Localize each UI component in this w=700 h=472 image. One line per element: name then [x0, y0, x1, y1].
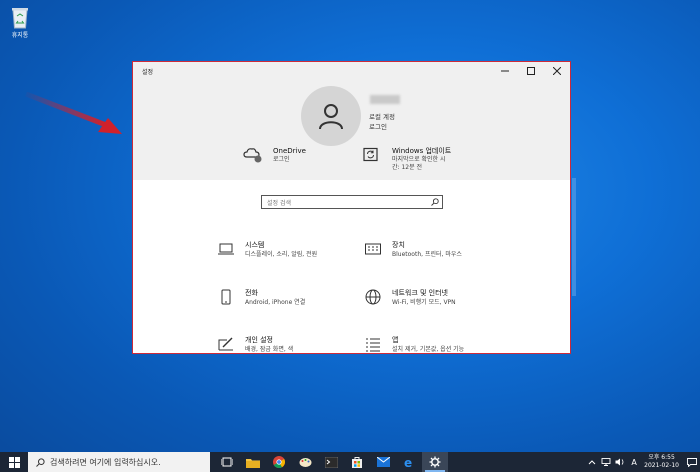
- chrome-icon: [273, 456, 285, 468]
- category-title: 장치: [392, 241, 405, 249]
- maximize-icon: [527, 67, 535, 75]
- language-indicator[interactable]: A: [627, 452, 641, 472]
- svg-text:e: e: [404, 456, 412, 468]
- start-button[interactable]: [0, 452, 28, 472]
- mail-icon: [376, 457, 390, 467]
- paint-button[interactable]: [292, 452, 318, 472]
- store-icon: [352, 457, 362, 468]
- file-explorer-button[interactable]: [240, 452, 266, 472]
- blurred-username: [370, 95, 400, 104]
- minimize-icon: [501, 70, 509, 72]
- category-devices[interactable]: 장치 Bluetooth, 프린터, 마우스: [364, 241, 462, 259]
- window-title: 설정: [142, 68, 154, 76]
- taskbar-search-box[interactable]: 검색하려면 여기에 입력하십시오.: [28, 452, 210, 472]
- personalize-icon: [217, 336, 235, 352]
- category-subtitle: Android, iPhone 연결: [245, 299, 306, 306]
- edge-icon: e: [404, 456, 412, 468]
- category-title: 네트워크 및 인터넷: [392, 289, 448, 297]
- volume-button[interactable]: [613, 452, 627, 472]
- terminal-button[interactable]: [318, 452, 344, 472]
- category-subtitle: 배경, 잠금 화면, 색: [245, 346, 294, 353]
- category-title: 시스템: [245, 241, 265, 249]
- store-button[interactable]: [344, 452, 370, 472]
- globe-icon: [364, 289, 382, 305]
- recycle-bin-label: 휴지통: [11, 32, 29, 39]
- recycle-bin-icon: [9, 4, 31, 30]
- sign-in-link[interactable]: 로그인: [369, 121, 387, 131]
- onedrive-subtitle: 로그인: [273, 156, 290, 163]
- search-icon: [36, 457, 45, 467]
- windows-update-subtitle-2: 간: 12분 전: [392, 164, 423, 171]
- gear-icon: [429, 456, 441, 468]
- minimize-button[interactable]: [492, 62, 518, 80]
- title-bar[interactable]: 설정: [133, 62, 570, 80]
- cloud-icon: [243, 147, 263, 163]
- category-system[interactable]: 시스템 디스플레이, 소리, 알림, 전원: [217, 241, 317, 259]
- recycle-bin-desktop-icon[interactable]: 휴지통: [5, 4, 35, 39]
- windows-update-item[interactable]: Windows 업데이트 마지막으로 확인한 시 간: 12분 전: [362, 147, 451, 172]
- windows-update-title: Windows 업데이트: [392, 147, 452, 155]
- settings-window: 설정 로컬 계정 로그인 OneDrive 로그인 Windows 업데이트 마…: [132, 61, 571, 354]
- speaker-icon: [615, 458, 624, 466]
- network-icon: [601, 458, 611, 466]
- category-title: 개인 설정: [245, 336, 273, 344]
- task-view-button[interactable]: [214, 452, 240, 472]
- apps-icon: [364, 336, 382, 352]
- settings-body: 설정 검색 시스템 디스플레이, 소리, 알림, 전원 장치 Bluetooth…: [133, 180, 570, 353]
- paint-icon: [299, 457, 311, 467]
- keyboard-icon: [364, 241, 382, 257]
- system-tray: A 오후 6:55 2021-02-10: [585, 452, 700, 472]
- scrollbar[interactable]: [572, 178, 576, 296]
- phone-icon: [217, 289, 235, 305]
- category-subtitle: Bluetooth, 프린터, 마우스: [392, 251, 462, 258]
- taskbar-search-text: 검색하려면 여기에 입력하십시오.: [50, 457, 161, 467]
- clock-time: 오후 6:55: [648, 454, 675, 461]
- maximize-button[interactable]: [518, 62, 544, 80]
- category-personalization[interactable]: 개인 설정 배경, 잠금 화면, 색: [217, 336, 294, 353]
- notification-icon: [687, 457, 697, 467]
- account-type: 로컬 계정: [369, 113, 395, 121]
- update-icon: [362, 147, 382, 163]
- edge-button[interactable]: e: [396, 452, 422, 472]
- account-header: 로컬 계정 로그인 OneDrive 로그인 Windows 업데이트 마지막으…: [133, 80, 570, 180]
- tray-overflow-button[interactable]: [585, 452, 599, 472]
- avatar[interactable]: [301, 86, 361, 146]
- category-phone[interactable]: 전화 Android, iPhone 연결: [217, 289, 305, 307]
- close-icon: [553, 67, 561, 75]
- search-placeholder: 설정 검색: [267, 199, 291, 207]
- clock-date: 2021-02-10: [644, 462, 679, 469]
- onedrive-item[interactable]: OneDrive 로그인: [243, 147, 306, 164]
- search-icon[interactable]: [428, 198, 442, 206]
- terminal-icon: [324, 456, 338, 468]
- task-view-icon: [221, 457, 233, 467]
- red-arrow-annotation: [25, 92, 122, 134]
- category-subtitle: Wi-Fi, 비행기 모드, VPN: [392, 299, 456, 306]
- mail-button[interactable]: [370, 452, 396, 472]
- folder-icon: [246, 458, 260, 468]
- taskbar: 검색하려면 여기에 입력하십시오. e A 오후 6:55 2021-02-10: [0, 452, 700, 472]
- windows-update-subtitle-1: 마지막으로 확인한 시: [392, 156, 446, 163]
- settings-search-input[interactable]: 설정 검색: [261, 195, 443, 209]
- category-subtitle: 디스플레이, 소리, 알림, 전원: [245, 251, 318, 258]
- action-center-button[interactable]: [684, 452, 700, 472]
- category-network[interactable]: 네트워크 및 인터넷 Wi-Fi, 비행기 모드, VPN: [364, 289, 456, 307]
- category-title: 전화: [245, 289, 258, 297]
- category-subtitle: 설치 제거, 기본값, 옵션 기능: [392, 346, 465, 353]
- chevron-up-icon: [588, 460, 596, 465]
- network-button[interactable]: [599, 452, 613, 472]
- windows-logo-icon: [8, 456, 20, 468]
- clock[interactable]: 오후 6:55 2021-02-10: [644, 454, 679, 470]
- settings-taskbar-button[interactable]: [422, 452, 448, 472]
- laptop-icon: [217, 241, 235, 257]
- category-title: 앱: [392, 336, 399, 344]
- category-apps[interactable]: 앱 설치 제거, 기본값, 옵션 기능: [364, 336, 465, 353]
- close-button[interactable]: [544, 62, 570, 80]
- onedrive-title: OneDrive: [273, 147, 306, 155]
- user-icon: [319, 104, 343, 130]
- chrome-button[interactable]: [266, 452, 292, 472]
